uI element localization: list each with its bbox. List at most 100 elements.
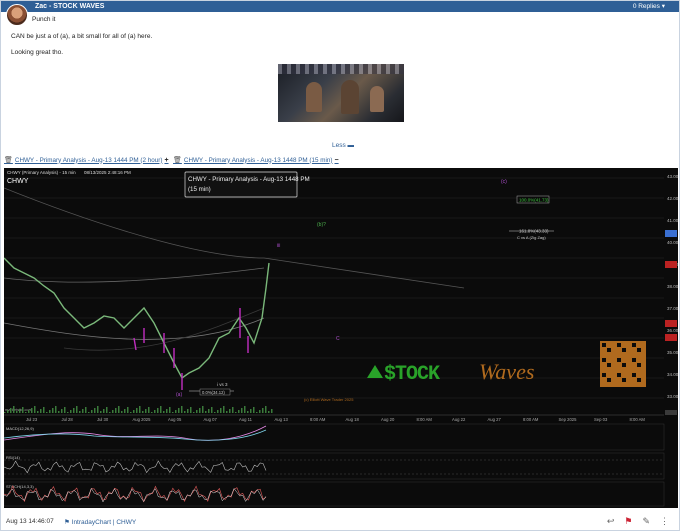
qr-cell	[622, 378, 626, 382]
volume-bar	[193, 412, 195, 413]
volume-bar	[163, 411, 165, 413]
price-marker	[665, 261, 677, 268]
replies-toggle[interactable]: 0 Replies ▾	[633, 2, 665, 10]
qr-cell	[602, 343, 606, 347]
post-body-line-1: CAN be just a of (a), a bit small for al…	[11, 33, 153, 40]
stock-chart-image[interactable]: iii (b)? (c) C (a) 100.0%(41.73) 161.8%(…	[3, 168, 679, 508]
qr-cell	[607, 363, 611, 367]
volume-bar	[244, 406, 246, 413]
volume-bar	[94, 408, 96, 413]
volume-bar	[34, 406, 36, 413]
volume-bar	[253, 407, 255, 413]
volume-bar	[13, 406, 15, 413]
volume-bar	[64, 407, 66, 413]
date-tick-label: Sep 03	[594, 417, 608, 422]
tags: ⚑ IntradayChart | CHWY	[64, 518, 136, 526]
post-timestamp: Aug 13 14:46:07	[6, 518, 54, 525]
attachment-label[interactable]: CHWY - Primary Analysis - Aug-13 1448 PM…	[184, 157, 333, 164]
volume-bar	[256, 412, 258, 413]
replies-count: 0 Replies	[632, 3, 660, 10]
price-tick-label: 37.00	[667, 306, 678, 311]
target-label: 100.0%(41.73)	[519, 198, 549, 203]
volume-bar	[166, 409, 168, 413]
volume-bar	[10, 408, 12, 413]
watermark-text: $TOCK	[384, 363, 440, 386]
volume-bar	[121, 411, 123, 413]
chart-header: CHWY (Primary Analysis) - 15 min	[7, 170, 76, 175]
qr-cell	[632, 343, 636, 347]
gif-background	[278, 64, 404, 74]
post-header: Zac - STOCK WAVES 0 Replies ▾	[1, 1, 679, 12]
volume-bar	[109, 412, 111, 413]
date-tick-label: Aug 2025	[133, 417, 152, 422]
less-toggle[interactable]: Less ▬	[332, 142, 354, 149]
volume-bar	[85, 407, 87, 413]
volume-bar	[52, 408, 54, 413]
expand-icon[interactable]: +	[164, 157, 168, 164]
watermark-text: Waves	[479, 359, 534, 384]
collapse-icon[interactable]: −	[335, 157, 339, 164]
avatar[interactable]	[6, 4, 28, 26]
price-tick-label: 43.00	[667, 174, 678, 179]
date-tick-label: 8:00 AM	[630, 417, 646, 422]
qr-cell	[632, 373, 636, 377]
volume-bar	[259, 410, 261, 413]
gif-figure	[341, 80, 359, 114]
volume-bar	[79, 411, 81, 413]
volume-bar	[151, 412, 153, 413]
volume-bar	[91, 410, 93, 413]
volume-bar	[160, 406, 162, 413]
price-tick-label: 33.00	[667, 394, 678, 399]
tag-chwy[interactable]: CHWY	[116, 519, 136, 526]
post-card: Zac - STOCK WAVES 0 Replies ▾ Punch it C…	[0, 0, 680, 531]
wave-note: i vs 3	[217, 382, 228, 387]
less-label: Less	[332, 142, 346, 149]
copyright: (c) Elliott Wave Trader 2025	[304, 397, 354, 402]
attachment-link[interactable]: 🗑 CHWY - Primary Analysis - Aug-13 1448 …	[173, 156, 339, 165]
post-footer: Aug 13 14:46:07 ⚑ IntradayChart | CHWY ↩…	[1, 515, 679, 530]
volume-bar	[103, 409, 105, 413]
price-tick-label: 38.00	[667, 284, 678, 289]
volume-bar	[190, 407, 192, 413]
reply-icon[interactable]: ↩	[607, 516, 615, 527]
volume-bar	[106, 407, 108, 413]
wave-label: (b)?	[317, 222, 326, 228]
tag-intraday-chart[interactable]: IntradayChart	[72, 519, 111, 526]
post-title: Punch it	[32, 16, 56, 23]
gif-figure	[370, 86, 384, 112]
volume-bar	[250, 409, 252, 413]
chart-date: 08/13/2025 2:48:16 PM	[84, 170, 131, 175]
volume-bar	[211, 407, 213, 413]
date-tick-label: Aug 27	[488, 417, 502, 422]
user-flag-icon[interactable]: ⚑	[624, 516, 632, 527]
edit-icon[interactable]: ✎	[642, 516, 650, 527]
chart-canvas: iii (b)? (c) C (a) 100.0%(41.73) 161.8%(…	[3, 168, 679, 507]
volume-bar	[196, 410, 198, 413]
volume-bar	[61, 409, 63, 413]
attachment-link[interactable]: 🗑 CHWY - Primary Analysis - Aug-13 1444 …	[4, 156, 169, 165]
more-icon[interactable]: ⋮	[660, 516, 669, 527]
embedded-gif[interactable]	[278, 64, 404, 122]
volume-bar	[175, 410, 177, 413]
qr-cell	[607, 378, 611, 382]
qr-cell	[607, 348, 611, 352]
volume-bar	[145, 409, 147, 413]
volume-bar	[124, 409, 126, 413]
trash-icon[interactable]: 🗑	[4, 156, 13, 164]
qr-cell	[602, 373, 606, 377]
volume-bar	[208, 409, 210, 413]
volume-bar	[220, 408, 222, 413]
volume-bar	[127, 407, 129, 413]
date-tick-label: Jul 23	[26, 417, 38, 422]
date-tick-label: Aug 07	[204, 417, 218, 422]
macd-label: MACD(12,26,9)	[6, 426, 34, 431]
author-name[interactable]: Zac - STOCK WAVES	[35, 3, 104, 10]
qr-cell	[617, 373, 621, 377]
attachment-label[interactable]: CHWY - Primary Analysis - Aug-13 1444 PM…	[15, 157, 163, 164]
price-panel	[4, 168, 678, 413]
volume-bar	[82, 409, 84, 413]
volume-bar	[58, 411, 60, 413]
volume-bar	[73, 408, 75, 413]
trash-icon[interactable]: 🗑	[173, 156, 182, 164]
volume-bar	[55, 406, 57, 413]
